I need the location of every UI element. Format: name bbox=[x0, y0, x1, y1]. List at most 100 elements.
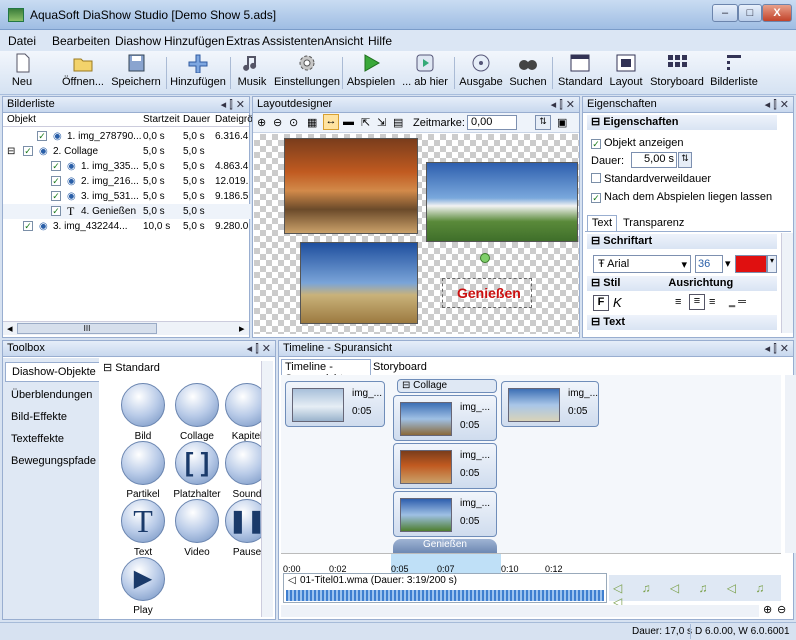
align-right-icon[interactable]: ≡ bbox=[709, 296, 715, 308]
minimize-button[interactable]: – bbox=[712, 4, 738, 22]
save-frame-icon[interactable]: ▣ bbox=[557, 116, 567, 129]
list-item[interactable]: ✓ ◉ 1. img_335... 5,0 s 5,0 s 4.863.4 bbox=[3, 159, 251, 174]
tab-transitions[interactable]: Überblendungen bbox=[11, 389, 101, 401]
layer-icon[interactable]: ▤ bbox=[393, 116, 403, 129]
checkbox[interactable] bbox=[591, 173, 601, 183]
zoom-in-icon[interactable]: ⊕ bbox=[257, 116, 266, 129]
list-item[interactable]: ✓ ◉ 3. img_531... 5,0 s 5,0 s 9.186.5 bbox=[3, 189, 251, 204]
tool-text[interactable]: T Text bbox=[113, 499, 173, 558]
font-section-header[interactable]: ⊟ Schriftart bbox=[587, 234, 777, 249]
properties-scrollbar[interactable] bbox=[781, 233, 793, 333]
grid-icon[interactable]: ▦ bbox=[307, 116, 317, 129]
tool-bild[interactable]: Bild bbox=[113, 383, 173, 442]
move-tool-icon[interactable]: ↔ bbox=[323, 114, 339, 130]
checkbox[interactable]: ✓ bbox=[37, 131, 47, 141]
list-item[interactable]: ✓ ◉ 1. img_278790... 0,0 s 5,0 s 6.316.4 bbox=[3, 129, 251, 144]
timeline-clip[interactable]: img_... 0:05 bbox=[393, 395, 497, 441]
panel-controls[interactable]: ◂ ⫿ ✕ bbox=[765, 342, 789, 356]
properties-section-header[interactable]: ⊟ Eigenschaften bbox=[587, 115, 777, 130]
save-button[interactable]: Speichern bbox=[110, 53, 162, 93]
scroll-left-icon[interactable]: ◂ bbox=[7, 322, 13, 335]
checkbox[interactable]: ✓ bbox=[591, 193, 601, 203]
view-storyboard-button[interactable]: Storyboard bbox=[648, 53, 706, 93]
menu-diashow[interactable]: Diashow bbox=[115, 34, 161, 48]
zoom-out-icon[interactable]: ⊖ bbox=[273, 116, 282, 129]
align-icon[interactable]: ⇱ bbox=[361, 116, 370, 129]
zoom-in-icon[interactable]: ⊕ bbox=[763, 603, 772, 616]
panel-controls[interactable]: ◂ ⫿ ✕ bbox=[221, 98, 245, 112]
checkbox[interactable]: ✓ bbox=[591, 139, 601, 149]
list-item[interactable]: ✓ ◉ 3. img_432244... 10,0 s 5,0 s 9.280.0 bbox=[3, 219, 251, 234]
tab-transparency[interactable]: Transparenz bbox=[623, 217, 684, 229]
canvas-text-object[interactable]: Genießen bbox=[457, 285, 521, 301]
timeline-clip[interactable]: img_... 0:05 bbox=[393, 443, 497, 489]
checkbox[interactable]: ✓ bbox=[51, 206, 61, 216]
checkbox[interactable]: ✓ bbox=[23, 221, 33, 231]
view-layout-button[interactable]: Layout bbox=[606, 53, 646, 93]
style-section-header[interactable]: ⊟ Stil Ausrichtung bbox=[587, 276, 777, 291]
time-ruler[interactable]: 0:00 0:02 0:05 0:07 0:10 0:12 bbox=[281, 553, 781, 574]
duration-input[interactable]: 5,00 s bbox=[631, 152, 677, 168]
tab-diashow-objects[interactable]: Diashow-Objekte bbox=[5, 362, 99, 382]
italic-icon[interactable]: K bbox=[613, 295, 622, 310]
menu-hinzufuegen[interactable]: Hinzufügen bbox=[164, 34, 225, 48]
rotate-handle-icon[interactable] bbox=[480, 253, 490, 263]
timeline-hscrollbar[interactable] bbox=[281, 605, 759, 617]
timeline-clip[interactable]: img_... 0:05 bbox=[393, 491, 497, 537]
open-button[interactable]: Öffnen... bbox=[58, 53, 108, 93]
chevron-down-icon[interactable]: ▾ bbox=[725, 257, 731, 270]
font-family-select[interactable]: Ŧ Arial ▾ bbox=[593, 255, 691, 273]
photo-horses[interactable] bbox=[300, 242, 418, 324]
align-center-icon[interactable]: ≡ bbox=[689, 294, 705, 310]
text-object-selection[interactable]: Genießen bbox=[442, 278, 532, 308]
text-color-swatch[interactable] bbox=[735, 255, 767, 273]
col-dateigroesse[interactable]: Dateigrö bbox=[215, 114, 253, 125]
panel-controls[interactable]: ◂ ⫿ ✕ bbox=[247, 342, 271, 356]
tab-text[interactable]: Text bbox=[587, 215, 617, 231]
audio-track[interactable]: ◁ 01-Titel01.wma (Dauer: 3:19/200 s) bbox=[283, 573, 607, 603]
col-objekt[interactable]: Objekt bbox=[7, 114, 36, 125]
font-size-select[interactable]: 36 bbox=[695, 255, 723, 273]
settings-button[interactable]: Einstellungen bbox=[274, 53, 340, 93]
photo-vineyard[interactable] bbox=[284, 138, 418, 234]
list-item[interactable]: ✓ ◉ 2. img_216... 5,0 s 5,0 s 12.019. bbox=[3, 174, 251, 189]
tab-image-effects[interactable]: Bild-Effekte bbox=[11, 411, 101, 423]
collage-group-header[interactable]: ⊟ Collage bbox=[397, 379, 497, 393]
output-button[interactable]: Ausgabe bbox=[458, 53, 504, 93]
align-2-icon[interactable]: ⇲ bbox=[377, 116, 386, 129]
checkbox[interactable]: ✓ bbox=[51, 191, 61, 201]
menu-hilfe[interactable]: Hilfe bbox=[368, 34, 392, 48]
new-button[interactable]: Neu bbox=[6, 53, 38, 93]
bold-icon[interactable]: F bbox=[593, 295, 609, 311]
view-image-list-button[interactable]: Bilderliste bbox=[708, 53, 760, 93]
menu-bearbeiten[interactable]: Bearbeiten bbox=[52, 34, 110, 48]
text-clip[interactable]: Genießen bbox=[393, 539, 497, 553]
align-left-icon[interactable]: ≡ bbox=[675, 296, 681, 308]
play-button[interactable]: Abspielen bbox=[346, 53, 396, 93]
timeline-vscrollbar[interactable] bbox=[785, 375, 796, 553]
tab-storyboard[interactable]: Storyboard bbox=[373, 361, 427, 373]
default-duration-option[interactable]: Standardverweildauer bbox=[591, 173, 711, 185]
keep-after-play-option[interactable]: ✓ Nach dem Abspielen liegen lassen bbox=[591, 191, 772, 203]
color-dropdown-icon[interactable]: ▾ bbox=[767, 255, 777, 273]
timeline-clip[interactable]: img_... 0:05 bbox=[501, 381, 599, 427]
tool-play[interactable]: ▶ Play bbox=[113, 557, 173, 616]
tool-partikel[interactable]: Partikel bbox=[113, 441, 173, 500]
maximize-button[interactable]: □ bbox=[738, 4, 762, 22]
timestamp-spin-icon[interactable]: ⇅ bbox=[535, 115, 551, 130]
timeline-tracks[interactable]: img_... 0:05 ⊟ Collage img_... 0:05 img_..… bbox=[281, 375, 796, 553]
col-dauer[interactable]: Dauer bbox=[183, 114, 210, 125]
checkbox[interactable]: ✓ bbox=[51, 161, 61, 171]
list-item[interactable]: ✓ T 4. Genießen 5,0 s 5,0 s bbox=[3, 204, 251, 219]
search-button[interactable]: Suchen bbox=[508, 53, 548, 93]
layout-canvas[interactable]: Genießen bbox=[254, 134, 579, 334]
checkbox[interactable]: ✓ bbox=[23, 146, 33, 156]
crop-icon[interactable]: ▬ bbox=[343, 116, 354, 128]
zoom-out-icon[interactable]: ⊖ bbox=[777, 603, 786, 616]
text-section-header[interactable]: ⊟ Text bbox=[587, 315, 777, 330]
panel-controls[interactable]: ◂ ⫿ ✕ bbox=[765, 98, 789, 112]
scroll-thumb[interactable]: III bbox=[17, 323, 157, 334]
music-button[interactable]: Musik bbox=[236, 53, 268, 93]
show-object-option[interactable]: ✓ Objekt anzeigen bbox=[591, 137, 684, 149]
tab-text-effects[interactable]: Texteffekte bbox=[11, 433, 101, 445]
